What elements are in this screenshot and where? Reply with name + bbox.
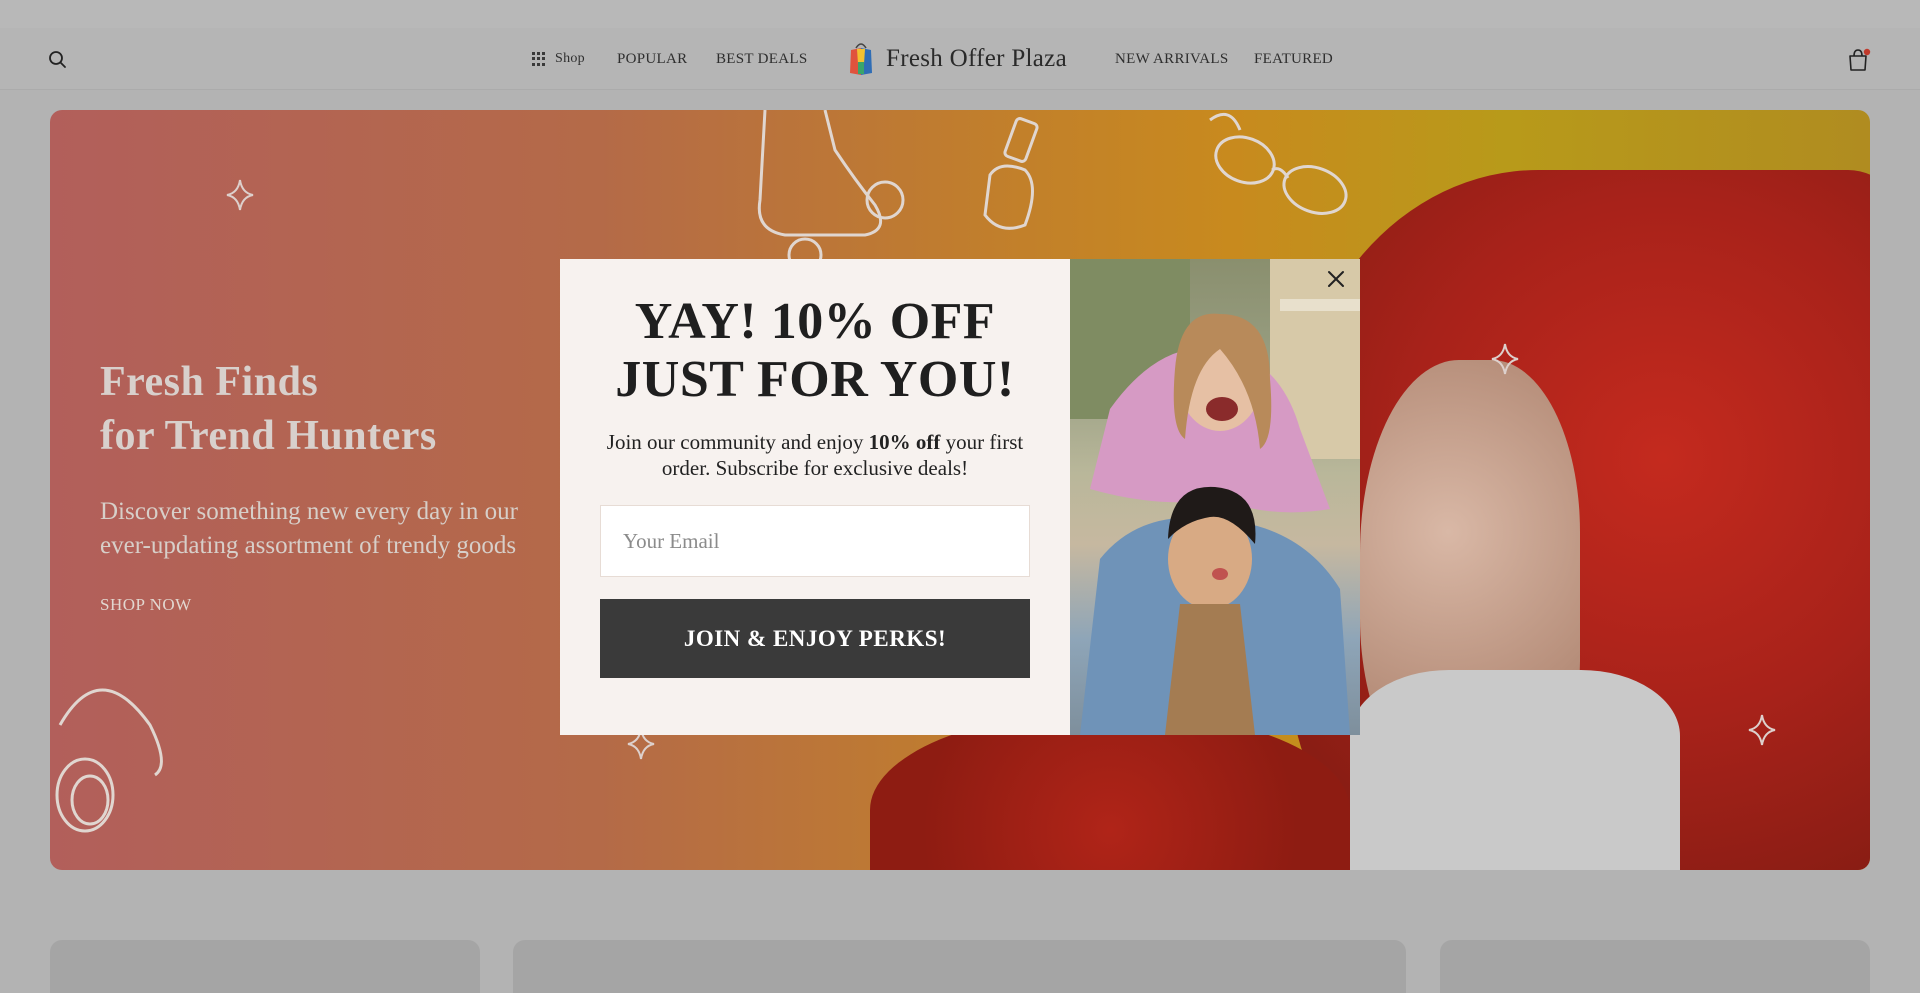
nav-shop[interactable]: Shop xyxy=(532,28,585,90)
brand-name: Fresh Offer Plaza xyxy=(886,45,1067,72)
couple-photo-illustration xyxy=(1070,259,1360,735)
top-announcement-strip xyxy=(0,0,1920,28)
sparkle-icon xyxy=(226,179,254,211)
headphones-icon xyxy=(55,688,163,833)
nav-featured[interactable]: FEATURED xyxy=(1254,28,1333,90)
popup-title: YAY! 10% OFF JUST FOR YOU! xyxy=(615,293,1015,408)
content-card-placeholder xyxy=(513,940,1406,993)
shop-now-link[interactable]: SHOP NOW xyxy=(100,595,192,615)
cart-badge xyxy=(1863,48,1871,56)
discount-popup: YAY! 10% OFF JUST FOR YOU! Join our comm… xyxy=(560,259,1360,735)
content-card-placeholder xyxy=(50,940,480,993)
popup-content: YAY! 10% OFF JUST FOR YOU! Join our comm… xyxy=(560,259,1070,735)
hero-subtitle: Discover something new every day in our … xyxy=(100,498,518,559)
cart-icon[interactable] xyxy=(1845,47,1871,73)
site-logo[interactable]: Fresh Offer Plaza xyxy=(848,39,1067,79)
shopping-bag-logo-icon xyxy=(850,43,872,75)
nail-polish-icon xyxy=(983,117,1039,230)
popup-description: Join our community and enjoy 10% off you… xyxy=(606,430,1024,480)
popup-photo xyxy=(1070,259,1360,735)
hero-title: Fresh Finds for Trend Hunters xyxy=(100,359,437,459)
join-button[interactable]: JOIN & ENJOY PERKS! xyxy=(600,599,1030,678)
nav-new-arrivals[interactable]: NEW ARRIVALS xyxy=(1115,28,1228,90)
nav-shop-label: Shop xyxy=(555,51,585,66)
sparkle-icon xyxy=(1748,714,1776,746)
nav-best-deals[interactable]: BEST DEALS xyxy=(716,28,807,90)
close-icon[interactable] xyxy=(1324,267,1348,291)
sparkle-icon xyxy=(1491,343,1519,375)
hero-photo-shirt xyxy=(1350,670,1680,870)
search-icon[interactable] xyxy=(47,49,69,71)
grid-menu-icon xyxy=(532,52,546,66)
nav-popular[interactable]: POPULAR xyxy=(617,28,687,90)
email-input[interactable] xyxy=(600,505,1030,577)
roller-skate-icon xyxy=(757,110,905,260)
content-card-placeholder xyxy=(1440,940,1870,993)
site-header: Shop POPULAR BEST DEALS Fresh Offer Plaz… xyxy=(0,28,1920,90)
sunglasses-icon xyxy=(1209,112,1348,215)
